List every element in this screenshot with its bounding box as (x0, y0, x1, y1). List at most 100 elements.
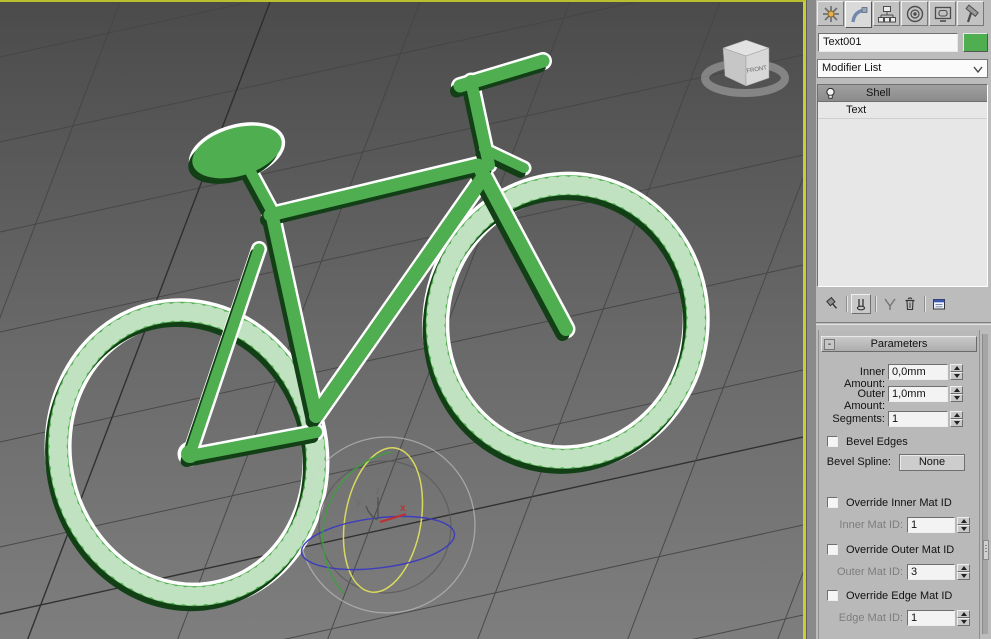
edge-mat-id-label: Edge Mat ID: (838, 612, 903, 624)
spinner-down-icon[interactable] (957, 525, 970, 533)
override-outer-mat-checkbox[interactable] (827, 544, 838, 555)
outer-amount-label: Outer Amount: (844, 388, 885, 412)
tab-motion[interactable] (901, 1, 928, 26)
utilities-icon (964, 3, 979, 22)
spinner-down-icon[interactable] (950, 372, 963, 380)
bevel-edges-checkbox[interactable] (827, 436, 838, 447)
outer-mat-id-field[interactable]: 3 (907, 564, 955, 580)
viewport-canvas[interactable]: z y x FRONT (0, 2, 803, 639)
inner-amount-row: Inner Amount: 0,0mm (819, 364, 979, 390)
rollout-scrollbar-grip[interactable] (983, 540, 989, 560)
show-end-result-icon (856, 299, 866, 311)
motion-icon (906, 5, 923, 22)
bevel-edges-label: Bevel Edges (846, 436, 908, 448)
modifier-enabled-bulb-icon[interactable] (824, 87, 837, 100)
override-edge-row: Override Edge Mat ID (819, 588, 979, 605)
viewport[interactable]: z y x FRONT (0, 0, 806, 639)
outer-mat-id-label: Outer Mat ID: (836, 566, 903, 578)
make-unique-icon (884, 298, 896, 310)
outer-amount-row: Outer Amount: 1,0mm (819, 386, 979, 412)
outer-amount-field[interactable]: 1,0mm (888, 386, 948, 402)
spinner-up-icon[interactable] (957, 610, 970, 618)
rollout-scrollbar[interactable] (982, 334, 989, 634)
spinner-up-icon[interactable] (950, 386, 963, 394)
modifier-stack[interactable]: Shell Text (817, 84, 988, 287)
override-outer-row: Override Outer Mat ID (819, 542, 979, 559)
3ds-max-window: z y x FRONT Text001 Modifier List Shell … (0, 0, 991, 639)
tab-modify[interactable] (845, 1, 872, 28)
toolbar-separator (924, 296, 925, 312)
viewcube[interactable]: FRONT (701, 39, 789, 97)
inner-amount-field[interactable]: 0,0mm (888, 364, 948, 380)
override-inner-mat-checkbox[interactable] (827, 497, 838, 508)
command-panel-tabs (817, 1, 990, 29)
pin-stack-button[interactable] (822, 294, 842, 314)
stack-toolbar (816, 292, 991, 316)
outer-mat-id-spinner[interactable] (957, 564, 970, 580)
chevron-down-icon (973, 66, 983, 74)
base-object-label: Text (846, 104, 867, 116)
remove-modifier-button[interactable] (900, 294, 920, 314)
tab-utilities[interactable] (957, 1, 984, 26)
object-name-field[interactable]: Text001 (818, 33, 958, 52)
modifier-list-dropdown[interactable]: Modifier List (817, 59, 988, 78)
spinner-up-icon[interactable] (950, 364, 963, 372)
segments-spinner[interactable] (950, 411, 963, 427)
bicycle-object[interactable] (25, 52, 718, 629)
panel-splitter[interactable] (806, 0, 816, 639)
segments-label: Segments: (832, 413, 885, 425)
modifier-stack-item-shell[interactable]: Shell (818, 85, 987, 102)
modifier-list-label: Modifier List (822, 62, 882, 74)
spinner-down-icon[interactable] (950, 394, 963, 402)
object-color-swatch[interactable] (963, 33, 988, 52)
override-inner-mat-label: Override Inner Mat ID (846, 497, 952, 509)
rotate-gizmo[interactable]: z y x (298, 436, 476, 614)
tab-create[interactable] (817, 1, 844, 26)
display-icon (934, 6, 951, 22)
spinner-down-icon[interactable] (957, 572, 970, 580)
gizmo-ring-yellow[interactable] (333, 442, 433, 599)
axis-y-label: y (356, 497, 361, 508)
spinner-up-icon[interactable] (957, 564, 970, 572)
bevel-spline-row: Bevel Spline: None (819, 454, 979, 471)
segments-field[interactable]: 1 (888, 411, 948, 427)
configure-modifier-sets-icon (933, 299, 945, 310)
inner-mat-id-label: Inner Mat ID: (839, 519, 903, 531)
spinner-down-icon[interactable] (957, 618, 970, 626)
create-icon (822, 5, 839, 22)
outer-mat-id-row: Outer Mat ID: 3 (819, 564, 979, 581)
spinner-up-icon[interactable] (957, 517, 970, 525)
toolbar-separator (875, 296, 876, 312)
rollout-collapse-icon[interactable]: - (824, 339, 835, 350)
modifier-stack-item-text[interactable]: Text (818, 102, 987, 119)
hierarchy-icon (877, 5, 896, 22)
trash-icon (905, 297, 915, 311)
tab-display[interactable] (929, 1, 956, 26)
command-panel: Text001 Modifier List Shell Text - Param… (816, 0, 991, 639)
show-end-result-button[interactable] (851, 294, 871, 314)
edge-mat-id-field[interactable]: 1 (907, 610, 955, 626)
tab-hierarchy[interactable] (873, 1, 900, 26)
parameters-rollout-header[interactable]: - Parameters (821, 336, 977, 352)
outer-amount-spinner[interactable] (950, 386, 963, 402)
spinner-up-icon[interactable] (950, 411, 963, 419)
pin-stack-icon (826, 296, 838, 309)
bevel-spline-label: Bevel Spline: (826, 456, 891, 468)
inner-mat-id-spinner[interactable] (957, 517, 970, 533)
make-unique-button[interactable] (880, 294, 900, 314)
inner-amount-spinner[interactable] (950, 364, 963, 380)
rollout-title: Parameters (870, 338, 928, 350)
modifier-label: Shell (866, 87, 891, 99)
override-edge-mat-checkbox[interactable] (827, 590, 838, 601)
inner-mat-id-field[interactable]: 1 (907, 517, 955, 533)
override-outer-mat-label: Override Outer Mat ID (846, 544, 955, 556)
modify-icon (850, 6, 867, 22)
spinner-down-icon[interactable] (950, 419, 963, 427)
edge-mat-id-spinner[interactable] (957, 610, 970, 626)
bevel-spline-none-button[interactable]: None (899, 454, 965, 471)
edge-mat-id-row: Edge Mat ID: 1 (819, 610, 979, 627)
configure-modifier-sets-button[interactable] (929, 294, 949, 314)
segments-row: Segments: 1 (819, 411, 979, 428)
override-edge-mat-label: Override Edge Mat ID (846, 590, 953, 602)
axis-z-label: z (375, 486, 380, 497)
